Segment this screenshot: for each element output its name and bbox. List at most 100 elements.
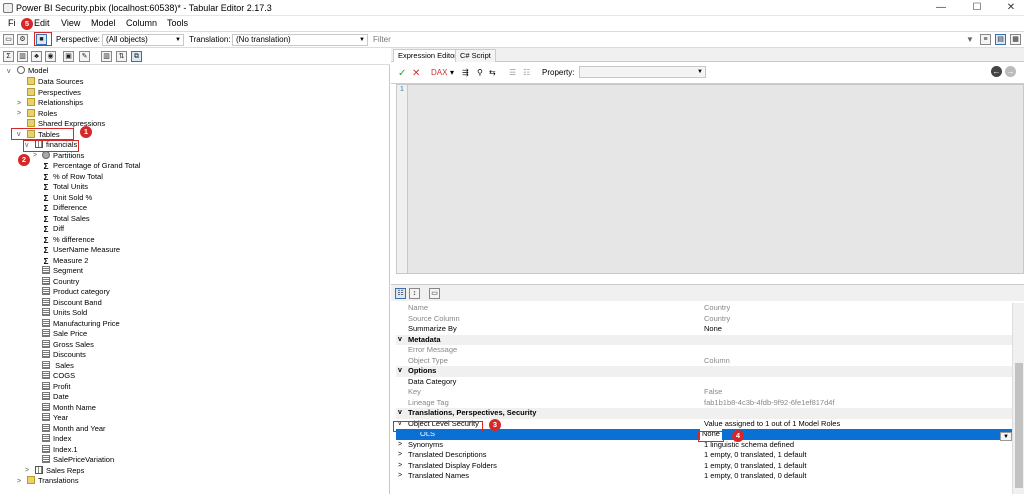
sort-icon[interactable]: ⇅ — [116, 51, 127, 62]
property-row[interactable]: Name Country — [396, 303, 1012, 314]
alphabetical-icon[interactable]: ↕ — [409, 288, 420, 299]
column-icon[interactable]: ▥ — [17, 51, 28, 62]
property-row[interactable]: > Translated Display Folders 1 empty, 0 tr… — [396, 461, 1012, 472]
tree-column[interactable]: Sales — [42, 360, 74, 372]
tree-column[interactable]: Manufacturing Price — [42, 318, 120, 330]
hierarchy-icon[interactable]: ♣ — [31, 51, 42, 62]
tree-column[interactable]: Date — [42, 392, 69, 403]
property-row[interactable]: > Translated Descriptions 1 empty, 0 trans… — [396, 450, 1012, 461]
tree-column[interactable]: Month and Year — [42, 423, 106, 435]
property-row[interactable]: Data Category — [396, 377, 1012, 388]
view-active-icon[interactable]: ▤ — [995, 34, 1006, 45]
tree-measure[interactable]: Σ UserName Measure — [42, 245, 121, 256]
tree-column[interactable]: Country — [42, 276, 79, 288]
expand-icon[interactable]: > — [17, 110, 21, 117]
tree-roles[interactable]: Roles — [27, 108, 57, 120]
image-icon[interactable]: ▣ — [63, 51, 74, 62]
tab-expression-editor[interactable]: Expression Editor — [393, 49, 462, 62]
menu-file[interactable]: Fi — [8, 18, 16, 28]
tree-measure[interactable]: Σ Total Sales — [42, 214, 90, 225]
expand-icon[interactable]: > — [398, 440, 402, 451]
partition-icon[interactable]: ◉ — [45, 51, 56, 62]
property-row[interactable]: Lineage Tag fab1b1b8-4c3b-4fdb-9f92-6fe1e… — [396, 398, 1012, 409]
expand-icon[interactable]: > — [33, 152, 37, 159]
tree-perspectives[interactable]: Perspectives — [27, 87, 81, 99]
tree-column[interactable]: SalePriceVariation — [42, 455, 114, 466]
tree-data-sources[interactable]: Data Sources — [27, 77, 83, 88]
indent-icon[interactable]: ☰ — [509, 68, 516, 77]
property-row[interactable]: Summarize By None — [396, 324, 1012, 335]
categorized-icon[interactable]: ☷ — [395, 288, 406, 299]
columns-icon[interactable]: ▥ — [101, 51, 112, 62]
property-row[interactable]: Source Column Country — [396, 314, 1012, 325]
tree-column[interactable]: Discounts — [42, 350, 86, 361]
menu-column[interactable]: Column — [126, 18, 157, 28]
collapse-icon[interactable]: v — [398, 366, 402, 377]
tree-measure[interactable]: Σ Unit Sold % — [42, 193, 93, 204]
copy-icon[interactable]: ⧉ — [131, 51, 142, 62]
expand-icon[interactable]: > — [25, 467, 29, 474]
tree-measure[interactable]: Σ Total Units — [42, 182, 88, 193]
tree-partitions[interactable]: Partitions — [42, 150, 84, 162]
dependency-icon[interactable]: ⇶ — [462, 68, 469, 77]
tree-column[interactable]: Month Name — [42, 402, 96, 414]
format-icon[interactable]: ▾ — [450, 68, 454, 77]
translation-select[interactable]: (No translation) ▼ — [232, 34, 368, 46]
cancel-icon[interactable]: ✕ — [412, 68, 420, 79]
filter-icon[interactable]: ▼ — [966, 35, 974, 44]
menu-model[interactable]: Model — [91, 18, 116, 28]
outdent-icon[interactable]: ☷ — [523, 68, 530, 77]
property-row[interactable]: Error Message — [396, 345, 1012, 356]
tree-measure[interactable]: Σ Difference — [42, 203, 87, 214]
menu-edit[interactable]: Edit — [34, 18, 50, 28]
property-select[interactable]: ▼ — [579, 66, 706, 78]
property-row[interactable]: > Translated Names 1 empty, 0 translated, … — [396, 471, 1012, 482]
tree-measure[interactable]: Σ Diff — [42, 224, 65, 235]
menu-view[interactable]: View — [61, 18, 80, 28]
property-scrollbar[interactable] — [1012, 303, 1024, 494]
expression-editor[interactable]: 1 — [396, 84, 1024, 274]
expand-icon[interactable]: > — [17, 478, 21, 485]
expand-icon[interactable]: > — [398, 450, 402, 461]
perspective-select[interactable]: (All objects) ▼ — [102, 34, 184, 46]
tree-measure[interactable]: Σ Measure 2 — [42, 256, 89, 267]
tree-relationships[interactable]: Relationships — [27, 98, 83, 109]
tree-column[interactable]: Sale Price — [42, 329, 87, 340]
expand-icon[interactable]: > — [398, 471, 402, 482]
property-category[interactable]: v Metadata — [396, 334, 1012, 346]
tree-column[interactable]: COGS — [42, 371, 75, 382]
tree-measure[interactable]: Σ% of Row Total — [42, 172, 103, 183]
tree-measure[interactable]: Σ Percentage of Grand Total — [42, 161, 141, 172]
tree-measure[interactable]: Σ% difference — [42, 235, 95, 246]
tree-column[interactable]: Index — [42, 434, 71, 445]
tree-column[interactable]: Index.1 — [42, 444, 78, 456]
deploy-icon[interactable]: ⚙ — [17, 34, 28, 45]
open-icon[interactable]: ▭ — [3, 34, 14, 45]
filter-input[interactable]: Filter — [373, 35, 391, 44]
scrollbar-thumb[interactable] — [1015, 363, 1023, 488]
collapse-icon[interactable]: v — [398, 335, 402, 346]
property-row[interactable]: Object Type Column — [396, 356, 1012, 367]
minimize-button[interactable]: — — [930, 1, 952, 15]
expand-icon[interactable]: > — [17, 100, 21, 107]
tree-column[interactable]: Gross Sales — [42, 339, 94, 351]
view-grid-icon[interactable]: ▦ — [1010, 34, 1021, 45]
tree-translations[interactable]: Translations — [27, 476, 79, 487]
dax-icon[interactable]: DAX — [431, 68, 447, 77]
forward-icon[interactable]: → — [1005, 66, 1016, 77]
tree-column[interactable]: Product category — [42, 287, 110, 298]
expand-icon[interactable]: > — [398, 461, 402, 472]
accept-icon[interactable]: ✓ — [398, 68, 406, 79]
property-category[interactable]: v Options — [396, 366, 1012, 377]
tree-column[interactable]: Profit — [42, 381, 71, 393]
edit-icon[interactable]: ✎ — [79, 51, 90, 62]
tree-table-sales-reps[interactable]: Sales Reps — [35, 465, 84, 477]
replace-icon[interactable]: ⇆ — [489, 68, 496, 77]
sigma-icon[interactable]: Σ — [3, 51, 14, 62]
ols-dropdown-button[interactable]: ▼ — [1000, 432, 1012, 441]
maximize-button[interactable]: ☐ — [966, 1, 988, 15]
tree-model[interactable]: Model — [17, 66, 48, 77]
collapse-icon[interactable]: v — [7, 68, 11, 75]
close-button[interactable]: ✕ — [1000, 1, 1022, 15]
collapse-icon[interactable]: v — [398, 408, 402, 419]
